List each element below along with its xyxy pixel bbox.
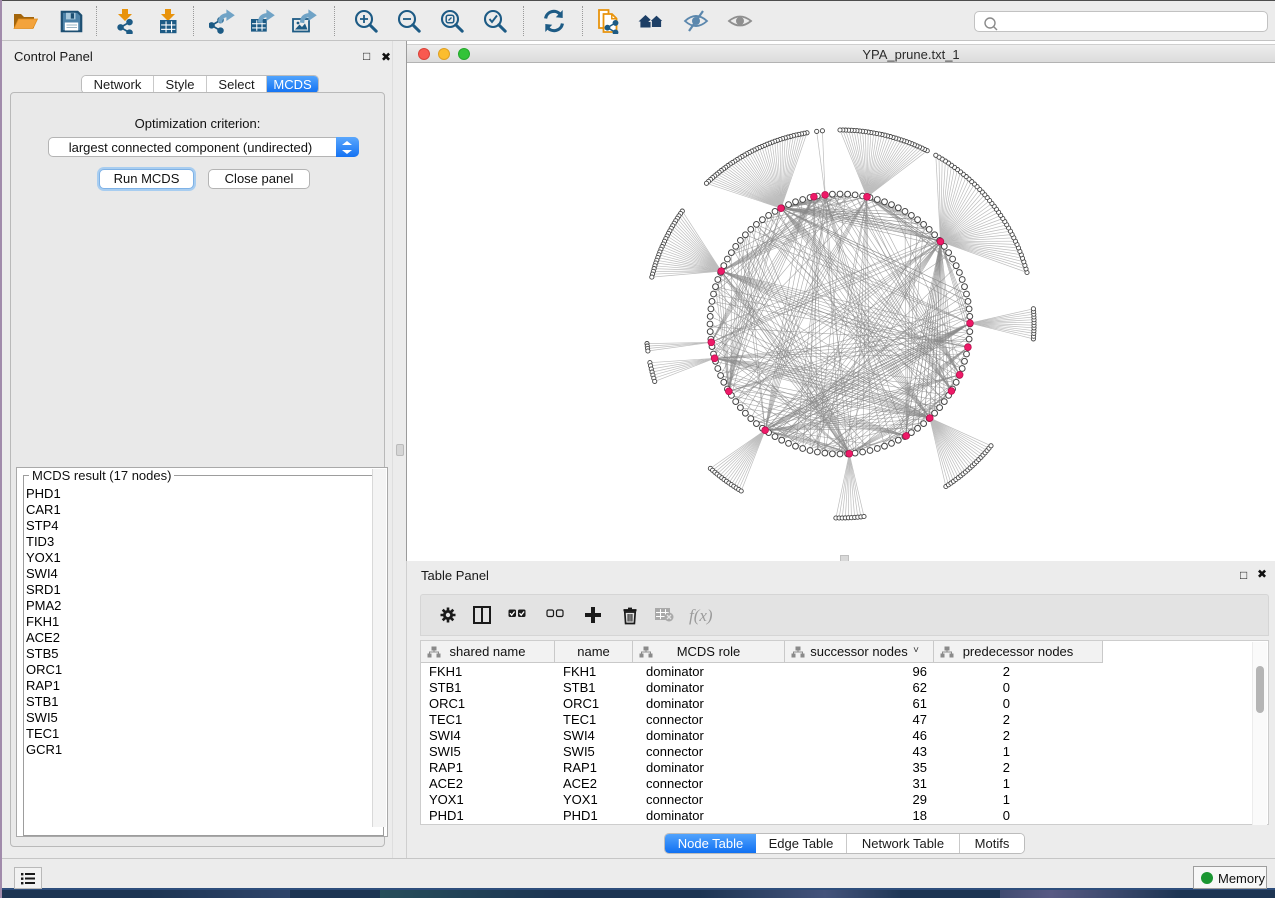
svg-text:f(x): f(x): [689, 606, 713, 625]
